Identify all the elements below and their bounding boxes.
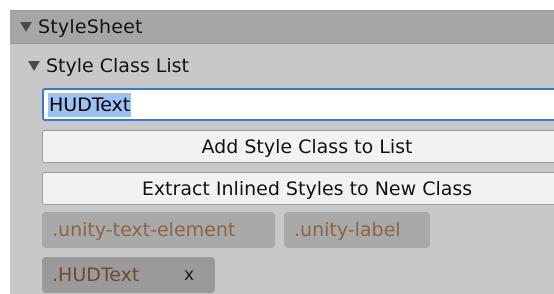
foldout-arrow-icon[interactable]	[20, 22, 32, 32]
stylesheet-foldout-header[interactable]: StyleSheet	[10, 10, 554, 44]
style-class-input-value[interactable]: HUDText	[48, 92, 132, 117]
class-chip-unity-label[interactable]: .unity-label	[284, 212, 430, 248]
style-class-list-foldout-header[interactable]: Style Class List	[10, 50, 554, 82]
class-chip-hudtext[interactable]: .HUDText x	[42, 257, 215, 293]
class-chip-unity-text-element[interactable]: .unity-text-element	[42, 212, 275, 248]
add-style-class-button[interactable]: Add Style Class to List	[42, 130, 554, 163]
style-class-list-title: Style Class List	[46, 55, 190, 77]
extract-inlined-styles-button[interactable]: Extract Inlined Styles to New Class	[42, 172, 554, 205]
remove-class-icon[interactable]: x	[184, 265, 194, 285]
foldout-arrow-icon[interactable]	[28, 61, 40, 71]
class-chip-label: .HUDText	[52, 264, 140, 286]
style-class-input[interactable]: HUDText	[42, 88, 554, 121]
class-chip-label: .unity-label	[294, 219, 401, 241]
stylesheet-title: StyleSheet	[38, 16, 143, 38]
inspector-panel: StyleSheet Style Class List HUDText Add …	[10, 10, 554, 294]
class-chip-label: .unity-text-element	[52, 219, 236, 241]
